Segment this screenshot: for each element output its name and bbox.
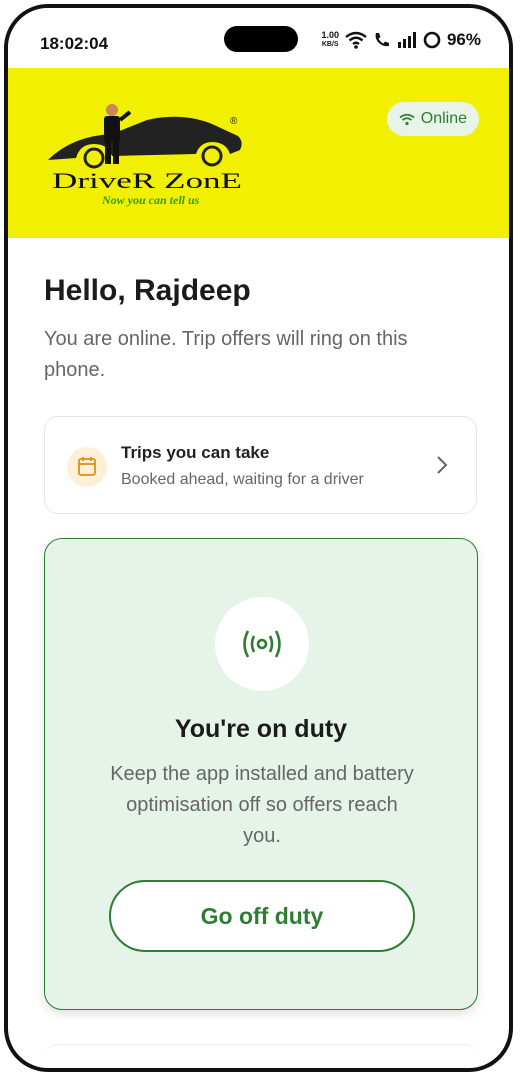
registered-mark: ® bbox=[230, 116, 238, 127]
battery-percent: 96% bbox=[446, 30, 481, 49]
duty-card: You're on duty Keep the app installed an… bbox=[44, 538, 478, 1010]
trips-card[interactable]: Trips you can take Booked ahead, waiting… bbox=[44, 416, 477, 514]
status-bar: 18:02:04 1.00 KB/S 96% bbox=[8, 8, 509, 68]
go-off-duty-button[interactable]: Go off duty bbox=[109, 880, 415, 952]
network-speed-value: 1.00 bbox=[321, 30, 339, 40]
online-label: Online bbox=[420, 110, 467, 127]
status-time: 18:02:04 bbox=[40, 34, 109, 53]
duty-title: You're on duty bbox=[174, 715, 348, 743]
battery-ring-icon bbox=[423, 31, 441, 49]
greeting-title: Hello, Rajdeep bbox=[44, 274, 251, 307]
network-speed: 1.00 KB/S bbox=[321, 31, 339, 49]
calendar-icon bbox=[78, 457, 96, 476]
phone-frame: 18:02:04 1.00 KB/S 96% ® DriveR ZonE Now… bbox=[4, 4, 513, 1072]
driver-zone-logo: ® DriveR ZonE Now you can tell us bbox=[48, 104, 242, 207]
chevron-right-icon bbox=[437, 456, 448, 474]
wifi-icon bbox=[345, 31, 367, 49]
wifi-icon bbox=[399, 113, 415, 125]
status-icons: 1.00 KB/S 96% bbox=[321, 30, 481, 50]
app-header: ® DriveR ZonE Now you can tell us Online bbox=[8, 68, 509, 238]
camera-notch bbox=[224, 26, 298, 52]
network-speed-unit: KB/S bbox=[321, 41, 339, 48]
signal-icon bbox=[397, 32, 416, 48]
broadcast-icon-badge bbox=[215, 597, 309, 691]
trips-card-description: Booked ahead, waiting for a driver bbox=[121, 471, 364, 488]
online-status-pill: Online bbox=[386, 102, 479, 136]
next-card-peek bbox=[44, 1044, 478, 1068]
calendar-icon-badge bbox=[67, 447, 107, 487]
logo-tagline: Now you can tell us bbox=[101, 193, 200, 207]
call-wifi-icon bbox=[375, 33, 389, 47]
logo-brand: DriveR ZonE bbox=[52, 168, 242, 193]
trips-card-title: Trips you can take bbox=[121, 443, 270, 462]
broadcast-icon bbox=[243, 630, 281, 658]
greeting-subtitle: You are online. Trip offers will ring on… bbox=[44, 328, 408, 381]
duty-description: Keep the app installed and battery optim… bbox=[110, 763, 414, 847]
